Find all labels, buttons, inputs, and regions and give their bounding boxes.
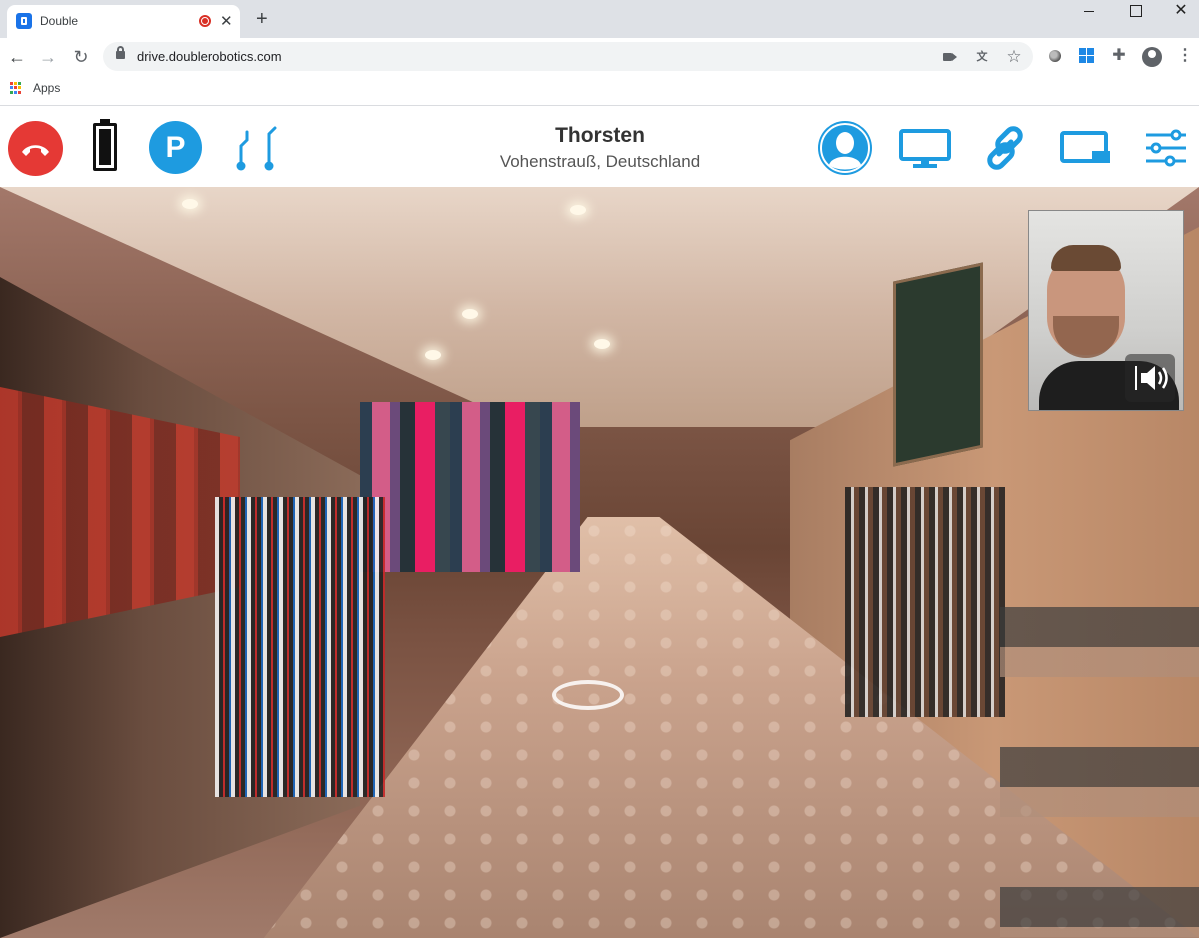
- tab-title: Double: [40, 14, 79, 28]
- drive-target-ring[interactable]: [552, 680, 624, 710]
- clothing-rack: [360, 402, 580, 572]
- parking-button[interactable]: P: [149, 121, 202, 174]
- caller-location: Vohenstrauß, Deutschland: [499, 152, 701, 171]
- chalkboard: [893, 262, 983, 467]
- link-icon[interactable]: [978, 121, 1032, 175]
- battery-icon: [93, 119, 117, 171]
- ski-poles-right: [845, 487, 1005, 717]
- hangup-button[interactable]: [8, 121, 63, 176]
- reload-button[interactable]: ↻: [68, 44, 94, 70]
- address-bar[interactable]: drive.doublerobotics.com 文 ☆: [103, 42, 1033, 71]
- user-button[interactable]: [818, 121, 872, 175]
- bookmarks-bar: Apps: [0, 75, 1199, 106]
- extensions-puzzle-icon[interactable]: ✚: [1110, 47, 1128, 65]
- profile-avatar-icon[interactable]: [1142, 47, 1162, 67]
- remote-video-feed[interactable]: [0, 187, 1199, 938]
- translate-icon[interactable]: 文: [973, 48, 991, 66]
- ski-poles-left: [215, 497, 385, 797]
- camera-in-use-icon[interactable]: [941, 48, 959, 66]
- double-favicon-icon: [16, 13, 32, 29]
- ceiling-light: [182, 199, 198, 209]
- window-minimize-button[interactable]: [1066, 0, 1112, 24]
- monitor-icon[interactable]: [898, 121, 952, 175]
- phone-hangup-icon: [22, 145, 49, 156]
- window-maximize-button[interactable]: [1112, 0, 1158, 24]
- call-control-bar: P Thorsten Vohenstrauß, Deutschland: [0, 107, 1199, 187]
- window-close-button[interactable]: ✕: [1158, 0, 1199, 24]
- bookmark-star-icon[interactable]: ☆: [1005, 48, 1023, 66]
- sliders-icon[interactable]: [1138, 121, 1192, 175]
- apps-grid-icon[interactable]: [10, 82, 22, 94]
- ceiling-light: [462, 309, 478, 319]
- self-view-video[interactable]: [1028, 210, 1184, 411]
- volume-button[interactable]: [1125, 354, 1175, 402]
- screen-share-icon[interactable]: [1058, 121, 1112, 175]
- tab-close-icon[interactable]: ✕: [220, 12, 233, 30]
- caller-name: Thorsten: [555, 124, 645, 147]
- ceiling-light: [425, 350, 441, 360]
- browser-tabstrip: Double ✕ + ✕: [0, 0, 1199, 38]
- recording-indicator-icon: [199, 15, 211, 27]
- boot-display: [1000, 537, 1199, 937]
- extension-windows-icon[interactable]: [1078, 47, 1096, 65]
- self-view-beard: [1053, 316, 1119, 358]
- ceiling-light: [594, 339, 610, 349]
- back-button[interactable]: ←: [4, 44, 30, 70]
- browser-toolbar: ← → ↻ drive.doublerobotics.com 文 ☆ ✚ ⋮: [0, 38, 1199, 75]
- apps-bookmark-label[interactable]: Apps: [33, 81, 60, 95]
- lock-icon[interactable]: [116, 46, 125, 59]
- user-icon: [820, 123, 870, 173]
- browser-tab[interactable]: Double ✕: [7, 5, 240, 38]
- browser-menu-icon[interactable]: ⋮: [1176, 47, 1194, 65]
- ceiling-light: [570, 205, 586, 215]
- url-text[interactable]: drive.doublerobotics.com: [137, 49, 282, 64]
- new-tab-button[interactable]: +: [256, 8, 268, 30]
- forward-button[interactable]: →: [35, 44, 61, 70]
- volume-icon: [1135, 366, 1168, 390]
- extension-record-icon[interactable]: [1046, 47, 1064, 65]
- pole-height-icon[interactable]: [233, 124, 279, 172]
- self-view-hair: [1051, 245, 1121, 271]
